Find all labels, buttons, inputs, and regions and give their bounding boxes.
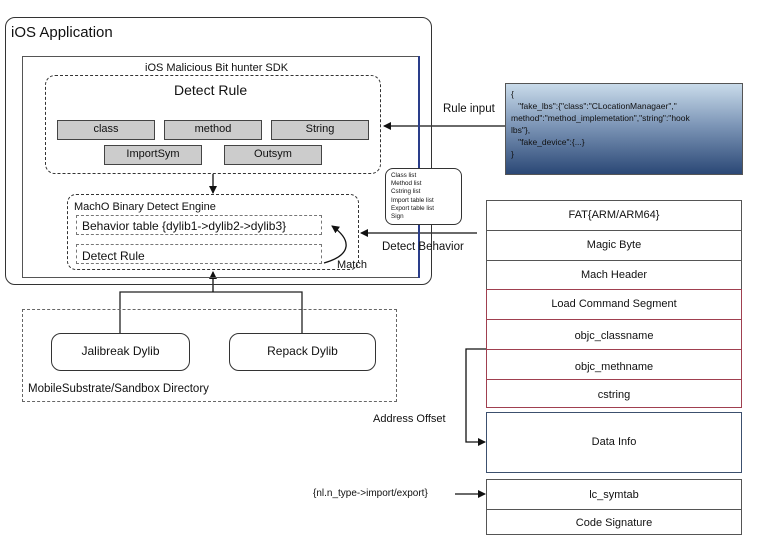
list-item: Sign	[391, 213, 404, 221]
segment-lc-symtab: lc_symtab	[486, 479, 742, 510]
list-item: Method list	[391, 180, 422, 188]
list-item: Class list	[391, 172, 417, 179]
segment-load-command: Load Command Segment	[486, 289, 742, 320]
sdk-title: iOS Malicious Bit hunter SDK	[145, 62, 289, 74]
detect-behavior-label: Detect Behavior	[382, 241, 464, 253]
segment-data-info: Data Info	[486, 412, 742, 473]
segment-fat: FAT{ARM/ARM64}	[486, 200, 742, 231]
rule-chip-method: method	[164, 120, 262, 140]
symtab-note-label: {nl.n_type->import/export}	[313, 488, 428, 499]
repack-dylib-node: Repack Dylib	[229, 333, 376, 371]
list-item: Import table list	[391, 196, 434, 204]
segment-code-signature: Code Signature	[486, 509, 742, 535]
segment-cstring: cstring	[486, 379, 742, 408]
ios-application-title: iOS Application	[11, 24, 113, 41]
detect-engine-title: MachO Binary Detect Engine	[74, 201, 216, 213]
segment-objc-classname: objc_classname	[486, 319, 742, 350]
segment-magic-byte: Magic Byte	[486, 230, 742, 261]
address-offset-arrow	[465, 348, 486, 446]
match-label: Match	[337, 259, 367, 271]
rule-input-label: Rule input	[443, 103, 495, 115]
segment-mach-header: Mach Header	[486, 260, 742, 290]
segment-objc-methname: objc_methname	[486, 349, 742, 380]
jailbreak-dylib-node: Jalibreak Dylib	[51, 333, 190, 371]
detect-rule-title: Detect Rule	[174, 82, 248, 98]
rule-chip-class: class	[57, 120, 155, 140]
extracted-lists-box: Class list Method list Cstring list Impo…	[385, 168, 462, 225]
behavior-table-label: Behavior table {dylib1->dylib2->dylib3}	[82, 219, 287, 233]
engine-detect-rule-label: Detect Rule	[82, 249, 145, 263]
rule-json-box: { "fake_lbs":{"class":"CLocationManagaer…	[505, 83, 743, 175]
list-item: Cstring list	[391, 188, 421, 196]
rule-chip-string: String	[271, 120, 369, 140]
directory-title: MobileSubstrate/Sandbox Directory	[28, 383, 209, 395]
list-item: Export table list	[391, 204, 435, 212]
rule-chip-outsym: Outsym	[224, 145, 322, 165]
rule-chip-importsym: ImportSym	[104, 145, 202, 165]
address-offset-label: Address Offset	[373, 413, 446, 425]
